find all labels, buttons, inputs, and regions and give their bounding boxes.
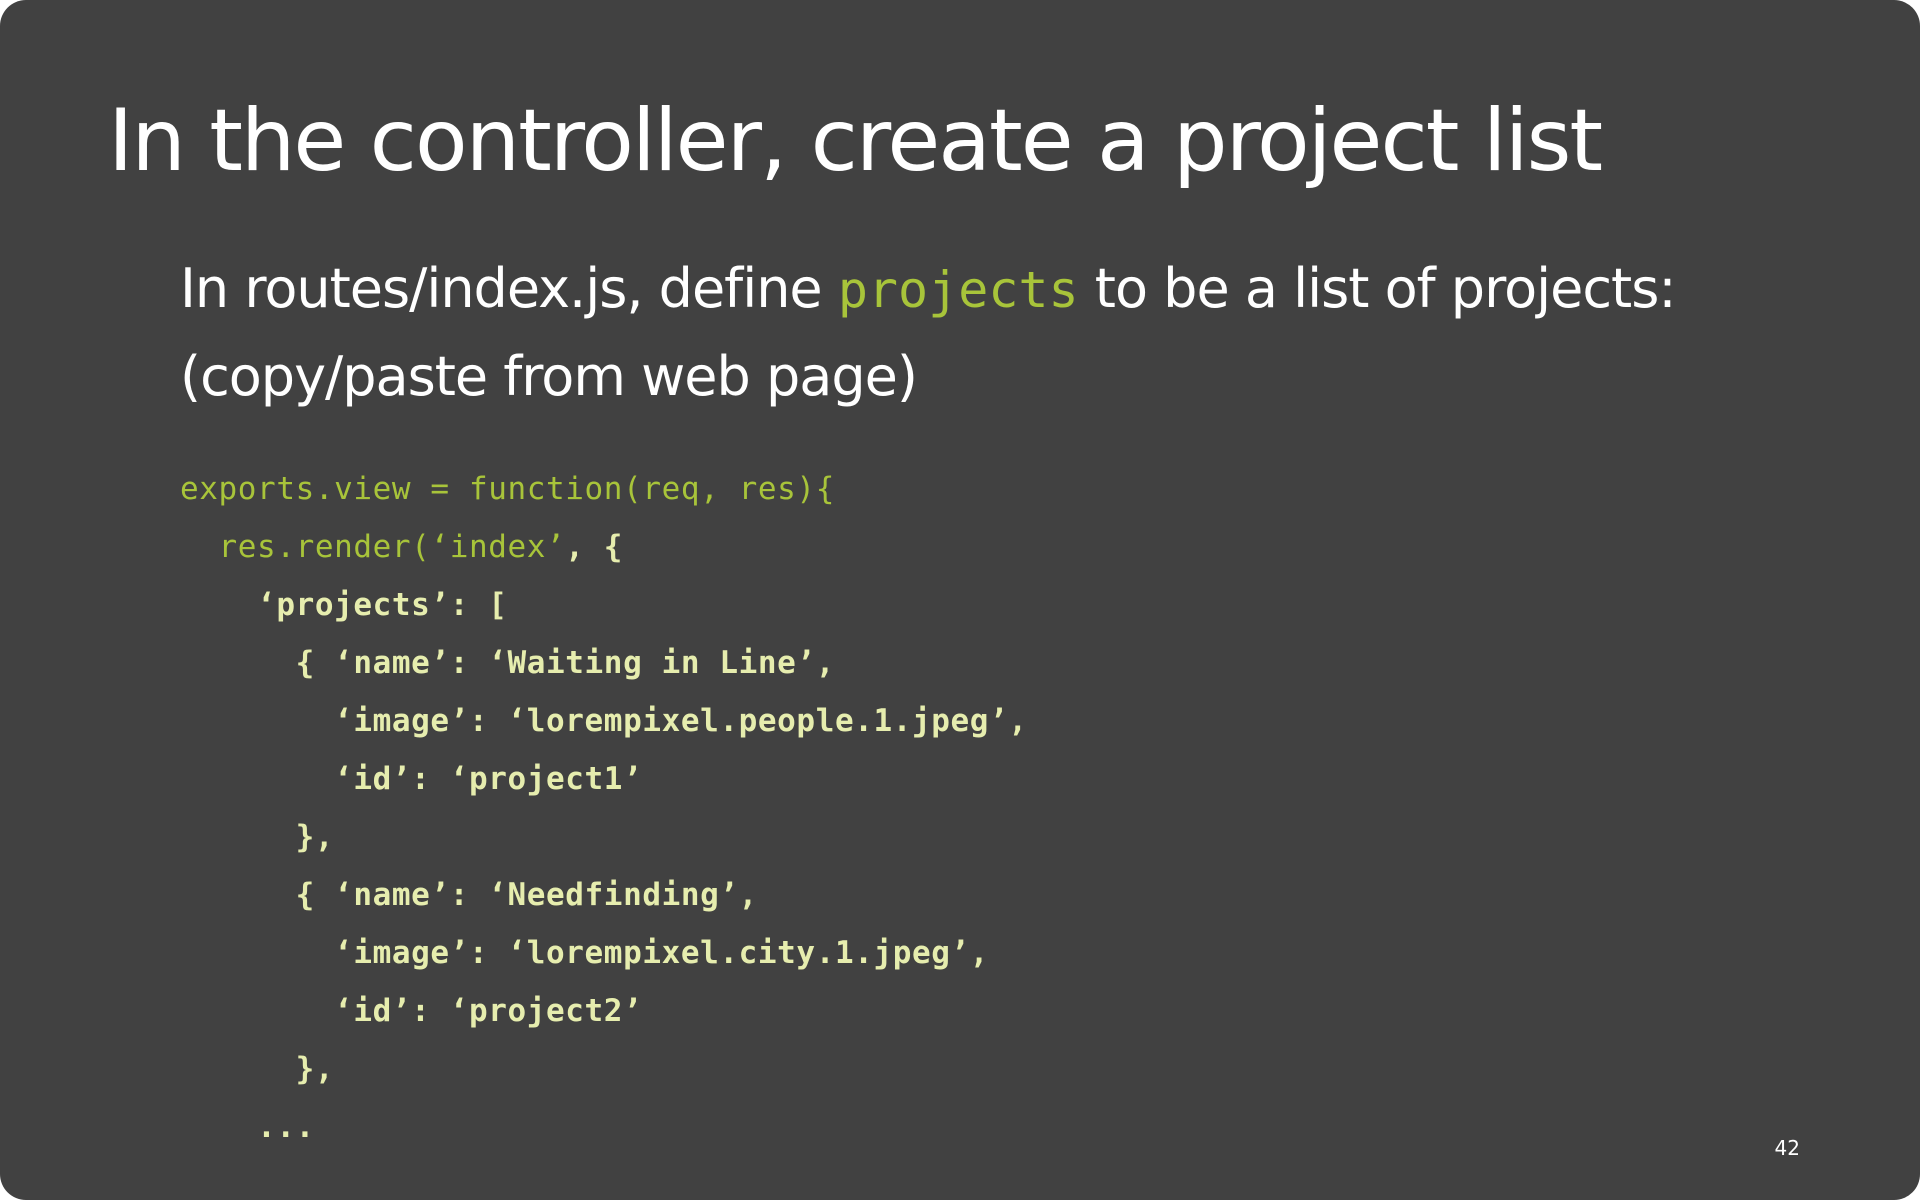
body-text-line-1: In routes/index.js, define projects to b… bbox=[180, 261, 1677, 319]
code-text-bold: , { bbox=[565, 529, 624, 565]
page-number: 42 bbox=[1774, 1136, 1800, 1160]
code-text-bold: { ‘name’: ‘Needfinding’, bbox=[295, 877, 758, 913]
code-text-bold: ... bbox=[257, 1109, 315, 1145]
code-line: ‘projects’: [ bbox=[180, 576, 1028, 634]
slide: In the controller, create a project list… bbox=[0, 0, 1920, 1200]
code-text-bold: ‘image’: ‘lorempixel.people.1.jpeg’, bbox=[334, 703, 1028, 739]
code-line: ... bbox=[180, 1098, 1028, 1156]
code-text-bold: ‘id’: ‘project1’ bbox=[334, 761, 643, 797]
code-text-bold: ‘projects’: [ bbox=[257, 587, 508, 623]
code-line: ‘image’: ‘lorempixel.people.1.jpeg’, bbox=[180, 692, 1028, 750]
code-text-bold: }, bbox=[295, 1051, 335, 1087]
code-line: }, bbox=[180, 1040, 1028, 1098]
code-text-bold: }, bbox=[295, 819, 335, 855]
code-text-green: res.render(‘index’ bbox=[218, 529, 566, 565]
body-text-before-code: In routes/index.js, define bbox=[180, 257, 838, 320]
code-line: }, bbox=[180, 808, 1028, 866]
code-text-bold: ‘image’: ‘lorempixel.city.1.jpeg’, bbox=[334, 935, 990, 971]
code-line: res.render(‘index’, { bbox=[180, 518, 1028, 576]
code-line: ‘image’: ‘lorempixel.city.1.jpeg’, bbox=[180, 924, 1028, 982]
code-line: ‘id’: ‘project1’ bbox=[180, 750, 1028, 808]
slide-title: In the controller, create a project list bbox=[108, 91, 1603, 191]
code-line: exports.view = function(req, res){ bbox=[180, 460, 1028, 518]
code-text-bold: ‘id’: ‘project2’ bbox=[334, 993, 643, 1029]
body-text-line-2: (copy/paste from web page) bbox=[180, 345, 918, 408]
code-line: ‘id’: ‘project2’ bbox=[180, 982, 1028, 1040]
code-text-bold: { ‘name’: ‘Waiting in Line’, bbox=[295, 645, 835, 681]
code-line: { ‘name’: ‘Waiting in Line’, bbox=[180, 634, 1028, 692]
code-block: exports.view = function(req, res){ res.r… bbox=[180, 460, 1028, 1156]
body-text-after-code: to be a list of projects: bbox=[1078, 257, 1677, 320]
code-line: { ‘name’: ‘Needfinding’, bbox=[180, 866, 1028, 924]
code-text-green: exports.view = function(req, res){ bbox=[180, 471, 835, 507]
inline-code-projects: projects bbox=[837, 261, 1079, 319]
